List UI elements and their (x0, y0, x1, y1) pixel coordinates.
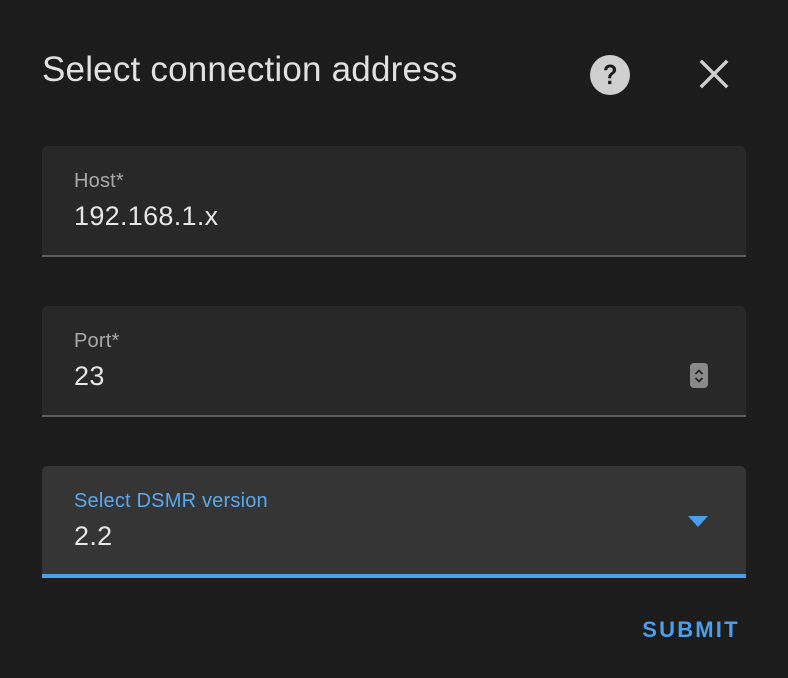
help-button[interactable] (588, 53, 632, 97)
port-input[interactable]: 23 (74, 360, 105, 392)
help-circle-icon (590, 55, 630, 95)
dsmr-version-label: Select DSMR version (74, 490, 268, 512)
submit-button[interactable]: SUBMIT (630, 610, 752, 650)
close-button[interactable] (692, 52, 736, 96)
port-field[interactable]: Port* 23 (42, 306, 746, 417)
caret-down-icon[interactable] (688, 516, 708, 528)
port-stepper[interactable] (690, 363, 708, 388)
connection-dialog: Select connection address Host* 192.168.… (0, 0, 788, 678)
host-field[interactable]: Host* 192.168.1.x (42, 146, 746, 257)
close-icon (699, 59, 729, 89)
dialog-title: Select connection address (42, 50, 458, 89)
host-input[interactable]: 192.168.1.x (74, 200, 218, 232)
host-label: Host* (74, 170, 124, 192)
number-stepper-icon (694, 368, 704, 383)
dsmr-version-value[interactable]: 2.2 (74, 520, 112, 552)
port-label: Port* (74, 330, 120, 352)
dsmr-version-select[interactable]: Select DSMR version 2.2 (42, 466, 746, 578)
